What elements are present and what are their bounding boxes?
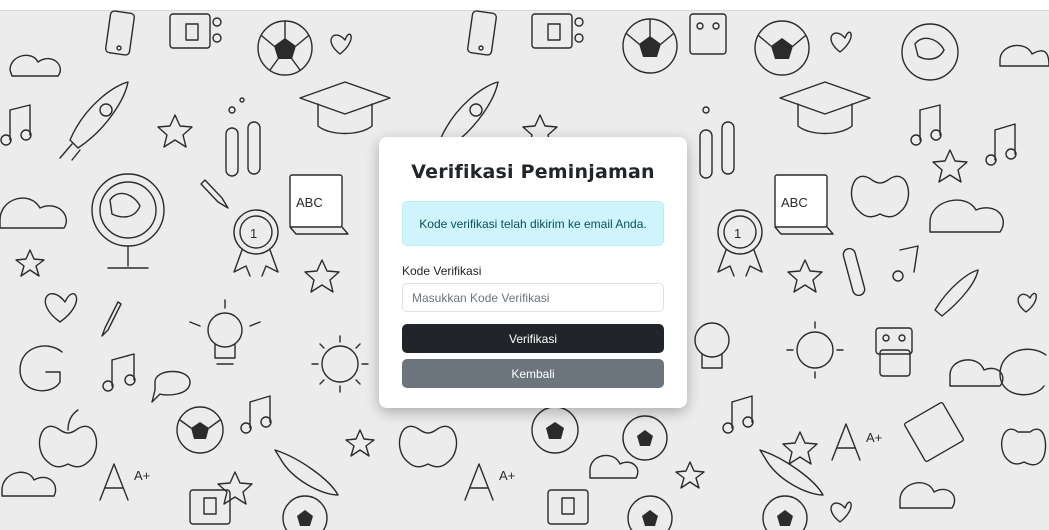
card-title: Verifikasi Peminjaman bbox=[411, 161, 655, 183]
soccer-ball-icon bbox=[176, 406, 224, 454]
rocket-icon bbox=[59, 81, 129, 161]
cloud-icon bbox=[0, 197, 67, 229]
heart-icon bbox=[330, 33, 352, 55]
verification-card: Verifikasi Peminjaman Kode verifikasi te… bbox=[379, 137, 687, 408]
lightbulb-icon bbox=[694, 322, 730, 369]
test-tube-icon bbox=[842, 247, 866, 297]
soccer-ball-icon bbox=[622, 18, 678, 74]
code-label: Kode Verifikasi bbox=[402, 264, 482, 278]
apple-icon bbox=[398, 425, 458, 468]
soccer-ball-icon bbox=[627, 495, 673, 530]
apple-icon bbox=[38, 409, 98, 468]
medal-icon: 1 bbox=[717, 209, 763, 277]
letter-g-icon bbox=[19, 345, 63, 392]
grade-label: A+ bbox=[134, 468, 150, 483]
rocket-icon bbox=[934, 269, 979, 317]
soccer-ball-icon bbox=[257, 20, 313, 76]
heart-icon bbox=[830, 501, 852, 523]
music-note-icon bbox=[985, 123, 1017, 166]
test-tube-icon bbox=[699, 106, 735, 179]
globe-icon bbox=[91, 173, 165, 269]
star-icon bbox=[787, 259, 823, 293]
cloud-icon bbox=[929, 199, 1004, 233]
sun-icon bbox=[786, 321, 844, 379]
music-note-icon bbox=[240, 395, 272, 434]
medal-label-2: 1 bbox=[734, 226, 741, 241]
robot-icon bbox=[875, 327, 913, 377]
star-icon bbox=[15, 249, 45, 277]
soccer-ball-icon bbox=[762, 495, 808, 530]
grade-icon: A+ bbox=[99, 463, 150, 501]
cloud-icon bbox=[949, 359, 1004, 387]
book-icon bbox=[903, 401, 965, 463]
soccer-ball-icon bbox=[622, 415, 668, 461]
soccer-ball-icon bbox=[754, 20, 810, 76]
robot-icon bbox=[169, 13, 222, 49]
music-note-icon bbox=[892, 245, 919, 282]
cloud-icon bbox=[589, 454, 639, 479]
letter-g-icon bbox=[999, 348, 1047, 396]
heart-icon bbox=[44, 293, 78, 323]
book-icon: ABC bbox=[774, 174, 834, 235]
robot-icon bbox=[531, 13, 584, 49]
star-icon bbox=[304, 259, 340, 293]
graduation-cap-icon bbox=[779, 81, 871, 135]
phone-icon bbox=[467, 10, 497, 56]
verify-button[interactable]: Verifikasi bbox=[402, 324, 664, 353]
verification-code-input[interactable] bbox=[402, 283, 664, 312]
pencil-icon bbox=[101, 301, 122, 337]
cloud-icon bbox=[999, 44, 1049, 67]
cloud-icon bbox=[9, 54, 61, 77]
sun-icon bbox=[311, 335, 369, 393]
grade-icon: A+ bbox=[464, 463, 515, 501]
robot-icon bbox=[547, 489, 589, 525]
globe-icon bbox=[901, 23, 959, 81]
star-icon bbox=[675, 461, 705, 489]
medal-label: 1 bbox=[250, 226, 257, 241]
speech-bubble-icon bbox=[151, 370, 191, 403]
book-label-2: ABC bbox=[781, 195, 808, 210]
medal-icon: 1 bbox=[233, 209, 279, 277]
apple-icon bbox=[850, 175, 910, 218]
lightbulb-icon bbox=[189, 299, 261, 365]
star-icon bbox=[217, 471, 253, 505]
robot-icon bbox=[689, 13, 727, 55]
rocket-icon bbox=[274, 449, 339, 496]
heart-icon bbox=[830, 31, 852, 53]
music-note-icon bbox=[722, 395, 754, 434]
music-note-icon bbox=[102, 353, 136, 392]
star-icon bbox=[345, 429, 375, 457]
info-alert: Kode verifikasi telah dikirim ke email A… bbox=[402, 201, 664, 246]
cloud-icon bbox=[899, 482, 956, 509]
heart-icon bbox=[1017, 292, 1037, 313]
music-note-icon bbox=[0, 104, 32, 146]
robot-icon bbox=[189, 489, 231, 525]
star-icon bbox=[157, 114, 193, 148]
graduation-cap-icon bbox=[299, 81, 391, 135]
phone-icon bbox=[105, 10, 135, 56]
pencil-icon bbox=[200, 179, 229, 209]
book-label: ABC bbox=[296, 195, 323, 210]
star-icon bbox=[782, 431, 818, 465]
apple-icon bbox=[1001, 428, 1047, 466]
soccer-ball-icon bbox=[282, 495, 328, 530]
grade-icon: A+ bbox=[831, 423, 882, 461]
cloud-icon bbox=[1, 471, 57, 497]
grade-label-2: A+ bbox=[866, 430, 882, 445]
book-icon: ABC bbox=[289, 174, 349, 235]
back-button[interactable]: Kembali bbox=[402, 359, 664, 388]
star-icon bbox=[932, 149, 968, 183]
music-note-icon bbox=[910, 104, 942, 146]
soccer-ball-icon bbox=[531, 406, 579, 454]
grade-label-3: A+ bbox=[499, 468, 515, 483]
test-tube-icon bbox=[225, 97, 261, 177]
